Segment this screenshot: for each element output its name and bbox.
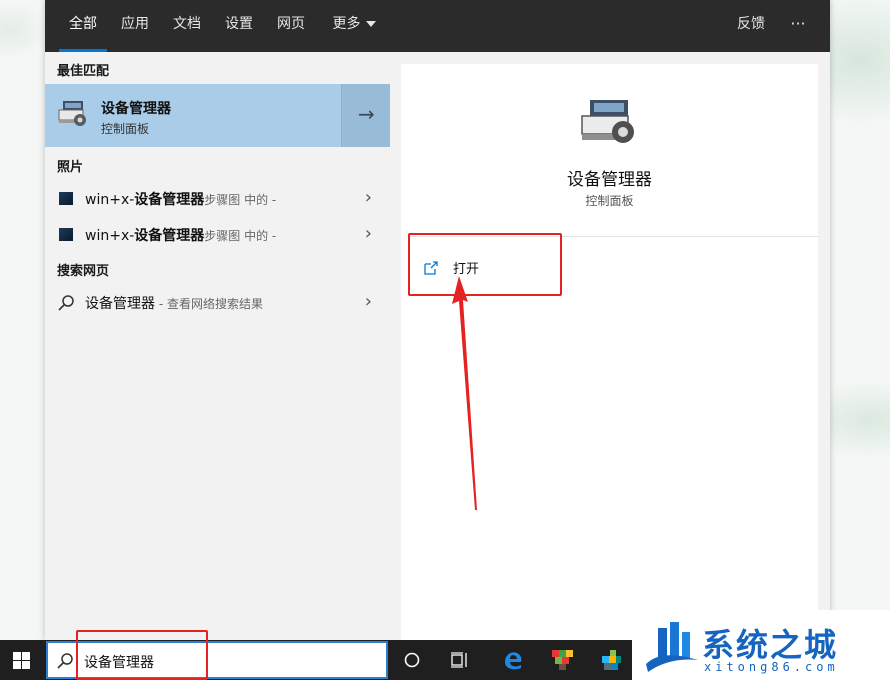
web-search-result[interactable]: 设备管理器 - 查看网络搜索结果 › [45, 285, 390, 319]
photo-thumbnail [59, 228, 73, 241]
best-match-title: 设备管理器 [101, 101, 171, 117]
watermark-logo-icon [646, 622, 698, 672]
watermark: 系统之城 xitong86.com [632, 610, 890, 680]
edge-browser-button[interactable] [490, 640, 536, 680]
detail-subtitle: 控制面板 [585, 194, 634, 208]
start-button[interactable] [0, 640, 44, 680]
chevron-down-icon [365, 21, 376, 27]
app-icon [552, 650, 573, 670]
tab-all[interactable]: 全部 [59, 0, 107, 52]
search-panel: 全部 应用 文档 设置 网页 更多 反馈 ··· 最佳匹配 设备管理器 控制面板… [45, 0, 830, 640]
section-best-match: 最佳匹配 [57, 64, 110, 79]
open-details-button[interactable]: → [341, 84, 390, 147]
section-photos: 照片 [57, 160, 84, 175]
cortana-button[interactable] [390, 640, 436, 680]
search-filter-bar: 全部 应用 文档 设置 网页 更多 反馈 ··· [45, 0, 830, 52]
detail-title: 设备管理器 [567, 170, 652, 190]
app-icon [602, 650, 621, 670]
photo-result-label: win+x-设备管理器步骤图 中的 - [85, 228, 277, 244]
device-manager-icon [58, 101, 86, 126]
device-manager-icon [581, 100, 634, 143]
windows-logo-icon [13, 652, 30, 669]
section-web: 搜索网页 [57, 264, 110, 279]
chevron-right-icon: › [364, 187, 372, 208]
tab-web[interactable]: 网页 [269, 0, 313, 52]
tab-more[interactable]: 更多 [325, 0, 383, 52]
results-list: 最佳匹配 设备管理器 控制面板 → 照片 win+x-设备管理器步骤图 中的 -… [45, 52, 390, 640]
annotation-box-search [76, 630, 208, 680]
edge-icon [505, 652, 522, 670]
tab-more-label: 更多 [332, 16, 361, 32]
photo-thumbnail [59, 192, 73, 205]
photo-result-label: win+x-设备管理器步骤图 中的 - [85, 192, 277, 208]
chevron-right-icon: › [364, 223, 372, 244]
best-match-subtitle: 控制面板 [101, 122, 150, 136]
tab-apps[interactable]: 应用 [113, 0, 157, 52]
tab-documents[interactable]: 文档 [165, 0, 209, 52]
arrow-right-icon: → [358, 102, 375, 126]
best-match-item[interactable]: 设备管理器 控制面板 [45, 84, 340, 147]
cortana-icon [404, 652, 420, 668]
best-match-result: 设备管理器 控制面板 → [45, 84, 390, 147]
feedback-button[interactable]: 反馈 [729, 0, 773, 52]
watermark-url: xitong86.com [704, 660, 839, 674]
chevron-right-icon: › [364, 291, 372, 312]
photo-result-1[interactable]: win+x-设备管理器步骤图 中的 - › [45, 181, 390, 215]
task-view-button[interactable] [437, 640, 483, 680]
annotation-arrow-icon [452, 276, 477, 510]
pinned-app-button[interactable] [540, 640, 586, 680]
task-view-icon [451, 652, 467, 668]
photo-result-2[interactable]: win+x-设备管理器步骤图 中的 - › [45, 217, 390, 251]
search-icon [57, 653, 73, 669]
more-options-button[interactable]: ··· [783, 0, 813, 52]
tab-settings[interactable]: 设置 [217, 0, 261, 52]
pinned-app-button[interactable] [588, 640, 634, 680]
web-result-label: 设备管理器 - 查看网络搜索结果 [85, 296, 263, 312]
search-icon [58, 295, 74, 311]
